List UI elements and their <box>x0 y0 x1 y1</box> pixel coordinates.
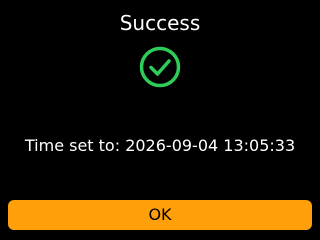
check-circle-icon <box>138 45 182 89</box>
status-message: Time set to: 2026-09-04 13:05:33 <box>24 136 296 155</box>
success-dialog: Success Time set to: 2026-09-04 13:05:33… <box>0 0 320 240</box>
dialog-title: Success <box>119 11 201 35</box>
ok-button[interactable]: OK <box>8 200 312 230</box>
